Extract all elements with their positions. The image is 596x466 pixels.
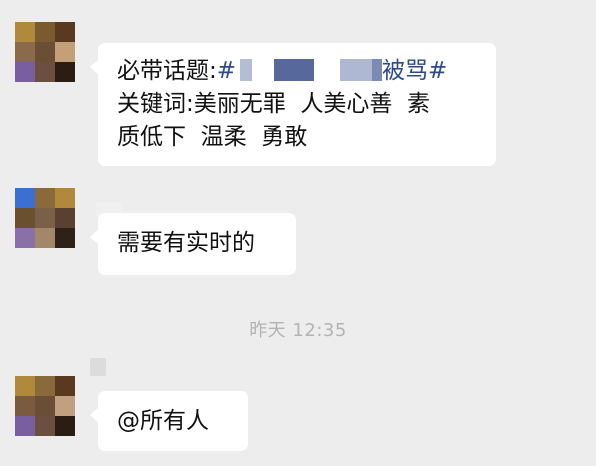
avatar-mosaic	[15, 42, 35, 62]
avatar-mosaic	[35, 22, 55, 42]
sender-avatar[interactable]	[15, 188, 75, 248]
avatar-mosaic	[15, 228, 35, 248]
sender-name-redacted	[90, 358, 106, 376]
redacted-block	[274, 58, 315, 81]
avatar-mosaic	[15, 188, 35, 208]
avatar-mosaic	[15, 376, 35, 396]
timestamp-divider: 昨天 12:35	[249, 320, 347, 341]
avatar-mosaic	[55, 228, 75, 248]
sender-avatar[interactable]	[15, 376, 75, 436]
avatar-mosaic	[15, 396, 35, 416]
avatar-mosaic	[35, 416, 55, 436]
message-bubble[interactable]: 需要有实时的	[90, 213, 296, 275]
avatar-mosaic	[35, 62, 55, 82]
avatar-mosaic	[55, 22, 75, 42]
avatar-mosaic	[55, 42, 75, 62]
message-text: 需要有实时的	[117, 230, 255, 256]
topic-hashtag[interactable]: # 被骂#	[217, 58, 448, 84]
message-line: 必带话题:# 被骂#	[117, 55, 480, 88]
avatar-mosaic	[35, 396, 55, 416]
redacted-block	[240, 58, 253, 81]
sender-avatar[interactable]	[15, 22, 75, 82]
avatar-mosaic	[55, 62, 75, 82]
avatar-mosaic	[35, 188, 55, 208]
avatar-mosaic	[55, 416, 75, 436]
message-text: @所有人	[117, 408, 209, 434]
hashtag-end: 被骂#	[382, 58, 448, 84]
avatar-mosaic	[35, 228, 55, 248]
message-bubble[interactable]: @所有人	[90, 391, 248, 451]
message-bubble[interactable]: 必带话题:# 被骂# 关键词:美丽无罪 人美心善 素 质低下 温柔 勇敢	[90, 43, 496, 166]
message-text: 必带话题:	[117, 58, 217, 84]
avatar-mosaic	[55, 396, 75, 416]
message-line: 质低下 温柔 勇敢	[117, 124, 308, 150]
hashtag-start: #	[216, 58, 237, 84]
avatar-mosaic	[55, 208, 75, 228]
avatar-mosaic	[35, 42, 55, 62]
redacted-block	[372, 58, 383, 81]
avatar-mosaic	[55, 376, 75, 396]
avatar-mosaic	[15, 62, 35, 82]
avatar-mosaic	[15, 416, 35, 436]
avatar-mosaic	[35, 376, 55, 396]
avatar-mosaic	[35, 208, 55, 228]
redacted-block	[340, 58, 373, 81]
avatar-mosaic	[15, 208, 35, 228]
avatar-mosaic	[15, 22, 35, 42]
avatar-mosaic	[55, 188, 75, 208]
message-line: 关键词:美丽无罪 人美心善 素	[117, 91, 430, 117]
